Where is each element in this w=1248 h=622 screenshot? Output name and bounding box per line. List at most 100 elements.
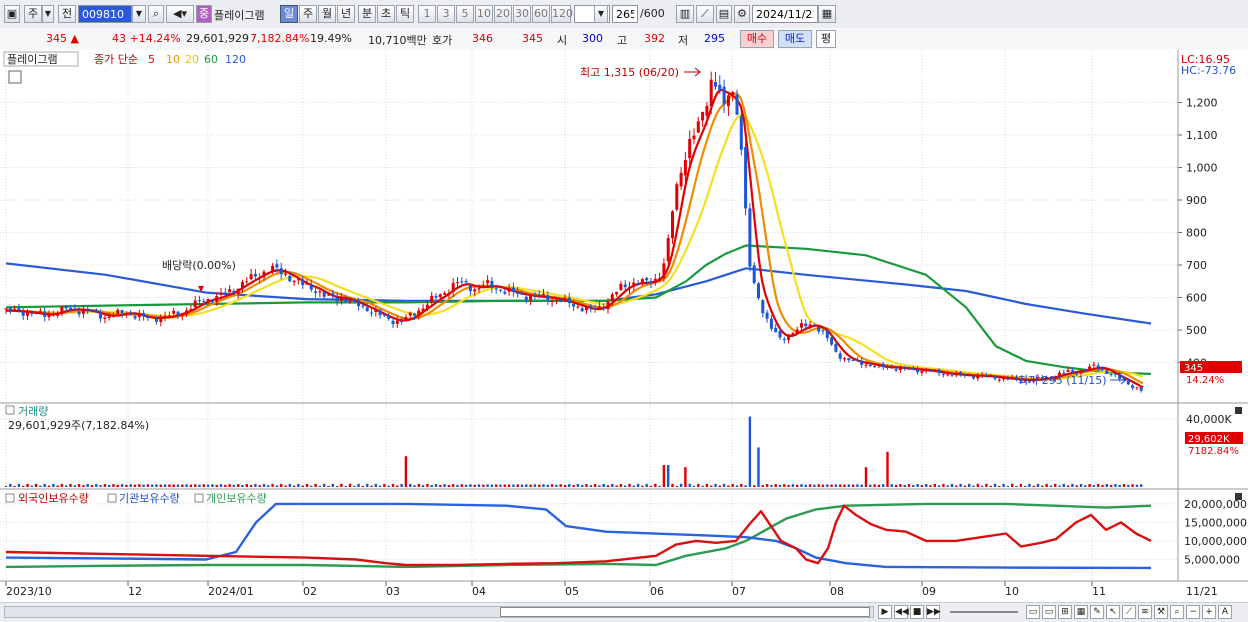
candle	[236, 288, 240, 294]
code-input[interactable]	[78, 5, 132, 23]
draw-icon[interactable]: ⟋	[696, 5, 714, 23]
volume-bar	[387, 485, 390, 487]
avg-button[interactable]: 평	[816, 30, 836, 48]
volume-bar	[525, 484, 528, 487]
tool-icon[interactable]: ⚒	[1154, 605, 1168, 619]
sell-button[interactable]: 매도	[778, 30, 812, 48]
volume-bar	[916, 483, 919, 487]
volume-bar	[486, 484, 489, 487]
interval-3[interactable]: 3	[437, 5, 455, 23]
volume-bar	[598, 485, 601, 487]
tab-month[interactable]: 월	[318, 5, 336, 23]
interval-5[interactable]: 5	[456, 5, 474, 23]
tab-second[interactable]: 초	[377, 5, 395, 23]
candle	[1066, 369, 1070, 372]
ma-legend-prefix: 종가 단순	[94, 53, 138, 66]
grid-icon[interactable]: ▦	[1074, 605, 1088, 619]
candle	[301, 279, 305, 286]
window2-icon[interactable]: ▭	[1042, 605, 1056, 619]
candle	[886, 367, 889, 369]
candle	[1126, 380, 1130, 385]
rewind-icon[interactable]: ◀◀	[894, 605, 909, 619]
volume-bar	[357, 483, 360, 487]
interval-120[interactable]: 120	[551, 5, 573, 23]
scrollbar-thumb[interactable]	[500, 607, 870, 617]
volume-bar	[99, 485, 102, 487]
gear-icon[interactable]: ⚙	[734, 5, 750, 23]
volume-bar	[34, 483, 38, 487]
count-input[interactable]	[612, 5, 638, 23]
interval-1[interactable]: 1	[418, 5, 436, 23]
zoom-in-icon[interactable]: +	[1202, 605, 1216, 619]
candle	[851, 359, 855, 361]
fib-icon[interactable]: ≋	[1138, 605, 1152, 619]
candle	[120, 310, 124, 314]
interval-dropdown-icon[interactable]: ▼	[594, 5, 608, 23]
candle	[167, 315, 171, 317]
scroll-right-icon[interactable]: ▶	[878, 605, 892, 619]
trend-icon[interactable]: ⟋	[1122, 605, 1136, 619]
volume-bar	[26, 483, 29, 487]
candle	[529, 295, 533, 301]
tab-year[interactable]: 년	[337, 5, 355, 23]
volume-bar	[280, 483, 283, 487]
compare-icon[interactable]: ⊞	[1058, 605, 1072, 619]
magnify-icon[interactable]: ⌕	[1170, 605, 1184, 619]
price-chart[interactable]: 1,2001,1001,00090080070060050040040,000K…	[0, 50, 1248, 602]
open-label: 시	[557, 34, 568, 47]
candle	[391, 320, 395, 325]
pencil-icon[interactable]: ✎	[1090, 605, 1104, 619]
volume-bar	[813, 484, 816, 487]
prev-button[interactable]: 전	[58, 5, 76, 23]
tab-day[interactable]: 일	[280, 5, 298, 23]
volume-bar	[65, 485, 68, 487]
interval-20[interactable]: 20	[494, 5, 512, 23]
code-dropdown-icon[interactable]: ▼	[132, 5, 146, 23]
low-price: 295	[704, 32, 725, 45]
candle	[542, 293, 545, 295]
type-selector[interactable]: 주	[24, 5, 42, 23]
volume-bar	[1140, 484, 1143, 487]
interval-60[interactable]: 60	[532, 5, 550, 23]
volume-bar	[477, 484, 481, 487]
candle	[675, 184, 679, 210]
window-icon[interactable]: ▭	[1026, 605, 1040, 619]
zoom-out-icon[interactable]: −	[1186, 605, 1200, 619]
candle	[890, 367, 894, 369]
layout-icon[interactable]: ▣	[4, 5, 20, 23]
font-size-icon[interactable]: A	[1218, 605, 1232, 619]
candle	[933, 369, 937, 371]
calendar-icon[interactable]: ▦	[818, 5, 836, 23]
arrow-icon[interactable]: ↖	[1106, 605, 1120, 619]
interval-10[interactable]: 10	[475, 5, 493, 23]
candle	[133, 316, 137, 319]
zoom-slider[interactable]	[950, 611, 1018, 613]
volume-bar	[1054, 483, 1057, 487]
speaker-icon[interactable]: ◀▾	[166, 5, 194, 23]
candle	[69, 307, 72, 309]
candle	[714, 81, 717, 87]
volume-title: 거래량	[18, 405, 48, 418]
volume-bar	[142, 484, 145, 487]
buy-button[interactable]: 매수	[740, 30, 774, 48]
price: 345 ▲	[46, 32, 79, 45]
candle	[395, 320, 399, 324]
candle	[38, 310, 42, 312]
stop-icon[interactable]: ■	[910, 605, 924, 619]
fast-forward-icon[interactable]: ▶▶	[926, 605, 941, 619]
search-icon[interactable]: ⌕	[148, 5, 164, 23]
chevron-down-icon[interactable]: ▼	[42, 5, 54, 23]
date-input[interactable]	[752, 5, 818, 23]
save-icon[interactable]: ▤	[716, 5, 732, 23]
candle	[271, 265, 275, 271]
interval-30[interactable]: 30	[513, 5, 531, 23]
chart-type-icon[interactable]: ▥	[676, 5, 694, 23]
tab-minute[interactable]: 분	[358, 5, 376, 23]
candle	[843, 358, 846, 360]
volume-bar	[1135, 484, 1139, 487]
volume-bar	[125, 484, 128, 487]
volume-bar	[636, 483, 640, 487]
tab-week[interactable]: 주	[299, 5, 317, 23]
tab-tick[interactable]: 틱	[396, 5, 414, 23]
grid-toggle-icon[interactable]	[8, 70, 22, 84]
